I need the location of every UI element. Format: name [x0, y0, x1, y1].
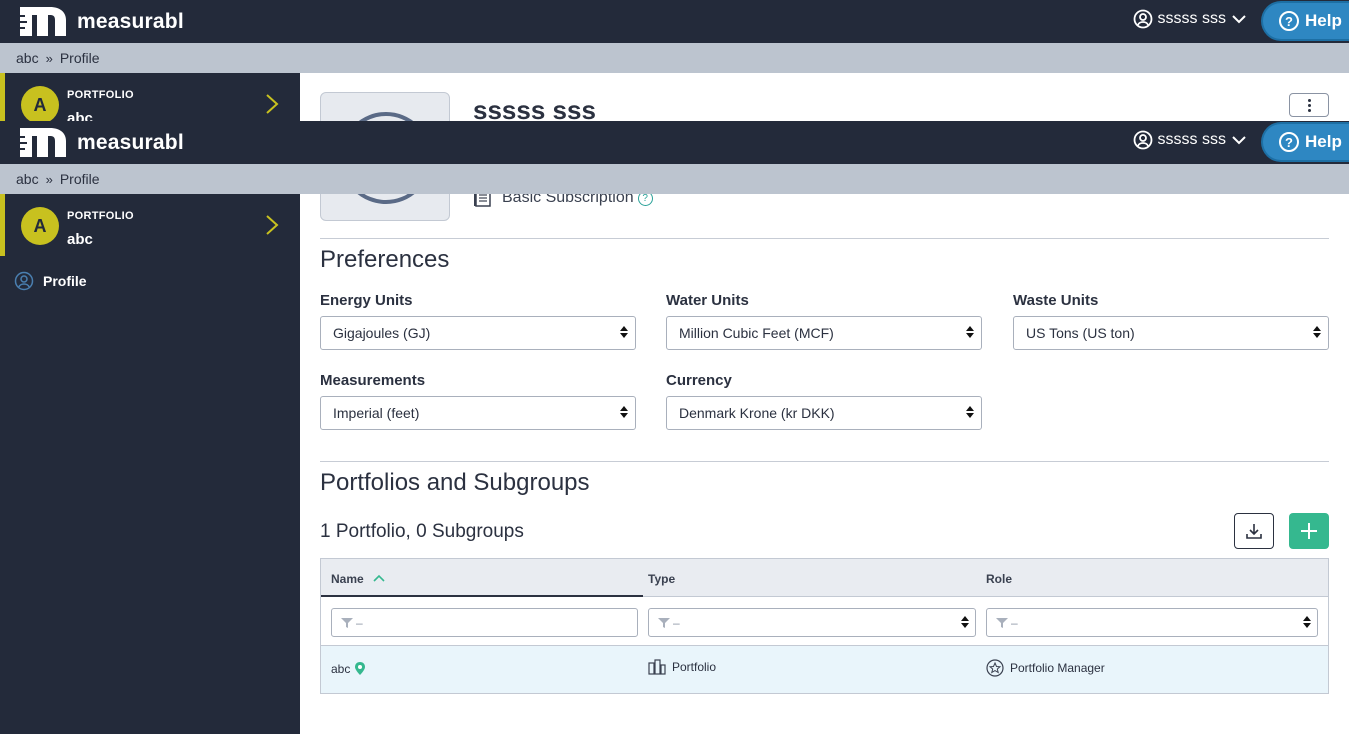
measurements-label: Measurements [320, 372, 426, 389]
type-filter-select[interactable]: – [648, 608, 976, 637]
breadcrumb-current: Profile [59, 50, 100, 66]
question-icon: ? [1279, 11, 1299, 31]
top-header: measurabl sssss sss ? Help [0, 0, 1349, 43]
select-arrows-icon [1313, 326, 1321, 338]
logo-text: measurabl [77, 130, 184, 154]
download-icon [1246, 524, 1262, 539]
sidebar-item-profile[interactable]: Profile [14, 271, 87, 291]
currency-value: Denmark Krone (kr DKK) [679, 405, 835, 421]
row-role-cell: Portfolio Manager [986, 659, 1105, 677]
more-options-button[interactable] [1289, 93, 1329, 117]
help-label: Help [1305, 132, 1342, 151]
question-icon: ? [1279, 132, 1299, 152]
preferences-title: Preferences [320, 246, 450, 273]
help-button[interactable]: ? Help [1261, 1, 1349, 41]
table-header: Name Type Role [321, 559, 1328, 597]
measurements-value: Imperial (feet) [333, 405, 420, 421]
row-type-cell: Portfolio [648, 659, 716, 675]
row-name-cell[interactable]: abc [331, 661, 372, 676]
sort-ascending-icon [373, 574, 385, 582]
select-arrows-icon [620, 406, 628, 418]
user-circle-icon [1133, 130, 1152, 150]
energy-units-select[interactable]: Gigajoules (GJ) [320, 316, 636, 350]
energy-units-label: Energy Units [320, 292, 413, 309]
waste-units-label: Waste Units [1013, 292, 1099, 309]
portfolio-label: PORTFOLIO [67, 210, 134, 222]
column-header-name[interactable]: Name [331, 572, 386, 586]
role-filter-select[interactable]: – [986, 608, 1318, 637]
map-pin-icon [355, 662, 366, 675]
energy-units-value: Gigajoules (GJ) [333, 325, 431, 341]
user-menu[interactable]: sssss sss [1133, 130, 1251, 150]
top-header-duplicate: measurabl sssss sss ? Help [0, 121, 1349, 164]
user-circle-icon [14, 271, 34, 291]
currency-label: Currency [666, 372, 732, 389]
portfolio-buildings-icon [648, 659, 666, 675]
logo-text: measurabl [77, 9, 184, 33]
measurabl-logo-icon [20, 7, 66, 36]
divider [320, 461, 1329, 462]
avatar: A [21, 207, 59, 245]
chevron-right-icon [266, 215, 279, 235]
select-arrows-icon [966, 406, 974, 418]
logo[interactable]: measurabl [20, 7, 184, 36]
portfolio-count: 1 Portfolio, 0 Subgroups [320, 521, 524, 542]
portfolio-switcher-duplicate[interactable]: A PORTFOLIO abc [0, 194, 300, 256]
help-label: Help [1305, 11, 1342, 30]
water-units-label: Water Units [666, 292, 749, 309]
portfolio-label: PORTFOLIO [67, 89, 134, 101]
filter-row: – – – [321, 597, 1328, 646]
filter-icon [658, 617, 670, 628]
star-badge-icon [986, 659, 1004, 677]
breadcrumb: abc » Profile [0, 43, 1349, 73]
user-name: sssss sss [1157, 131, 1226, 148]
select-arrows-icon [961, 616, 969, 628]
waste-units-value: US Tons (US ton) [1026, 325, 1135, 341]
portfolios-table: Name Type Role – – – abc Portfolio Portf… [320, 558, 1329, 694]
water-units-select[interactable]: Million Cubic Feet (MCF) [666, 316, 982, 350]
sidebar-item-label: Profile [43, 273, 87, 289]
chevron-right-icon [266, 94, 279, 114]
select-arrows-icon [1303, 616, 1311, 628]
table-row[interactable]: abc Portfolio Portfolio Manager [321, 646, 1328, 693]
user-name: sssss sss [1157, 10, 1226, 27]
breadcrumb-current: Profile [59, 171, 100, 187]
breadcrumb-duplicate: abc » Profile [0, 164, 1349, 194]
filter-icon [996, 617, 1008, 628]
download-button[interactable] [1234, 513, 1274, 549]
filter-icon [341, 617, 353, 628]
select-arrows-icon [966, 326, 974, 338]
select-arrows-icon [620, 326, 628, 338]
measurements-select[interactable]: Imperial (feet) [320, 396, 636, 430]
user-menu[interactable]: sssss sss [1133, 9, 1251, 29]
user-circle-icon [1133, 9, 1152, 29]
add-portfolio-button[interactable] [1289, 513, 1329, 549]
plus-icon [1301, 523, 1317, 539]
water-units-value: Million Cubic Feet (MCF) [679, 325, 834, 341]
waste-units-select[interactable]: US Tons (US ton) [1013, 316, 1329, 350]
column-header-role[interactable]: Role [986, 572, 1012, 586]
currency-select[interactable]: Denmark Krone (kr DKK) [666, 396, 982, 430]
double-chevron-icon: » [45, 171, 53, 187]
name-filter-input[interactable]: – [331, 608, 638, 637]
avatar: A [21, 86, 59, 124]
chevron-down-icon [1232, 15, 1246, 24]
portfolios-title: Portfolios and Subgroups [320, 469, 590, 496]
chevron-down-icon [1232, 136, 1246, 145]
help-button[interactable]: ? Help [1261, 122, 1349, 162]
measurabl-logo-icon [20, 128, 66, 157]
logo[interactable]: measurabl [20, 128, 184, 157]
double-chevron-icon: » [45, 50, 53, 66]
breadcrumb-root[interactable]: abc [16, 50, 39, 66]
column-header-type[interactable]: Type [648, 572, 675, 586]
divider [320, 238, 1329, 239]
breadcrumb-root[interactable]: abc [16, 171, 39, 187]
portfolio-name: abc [67, 231, 93, 248]
